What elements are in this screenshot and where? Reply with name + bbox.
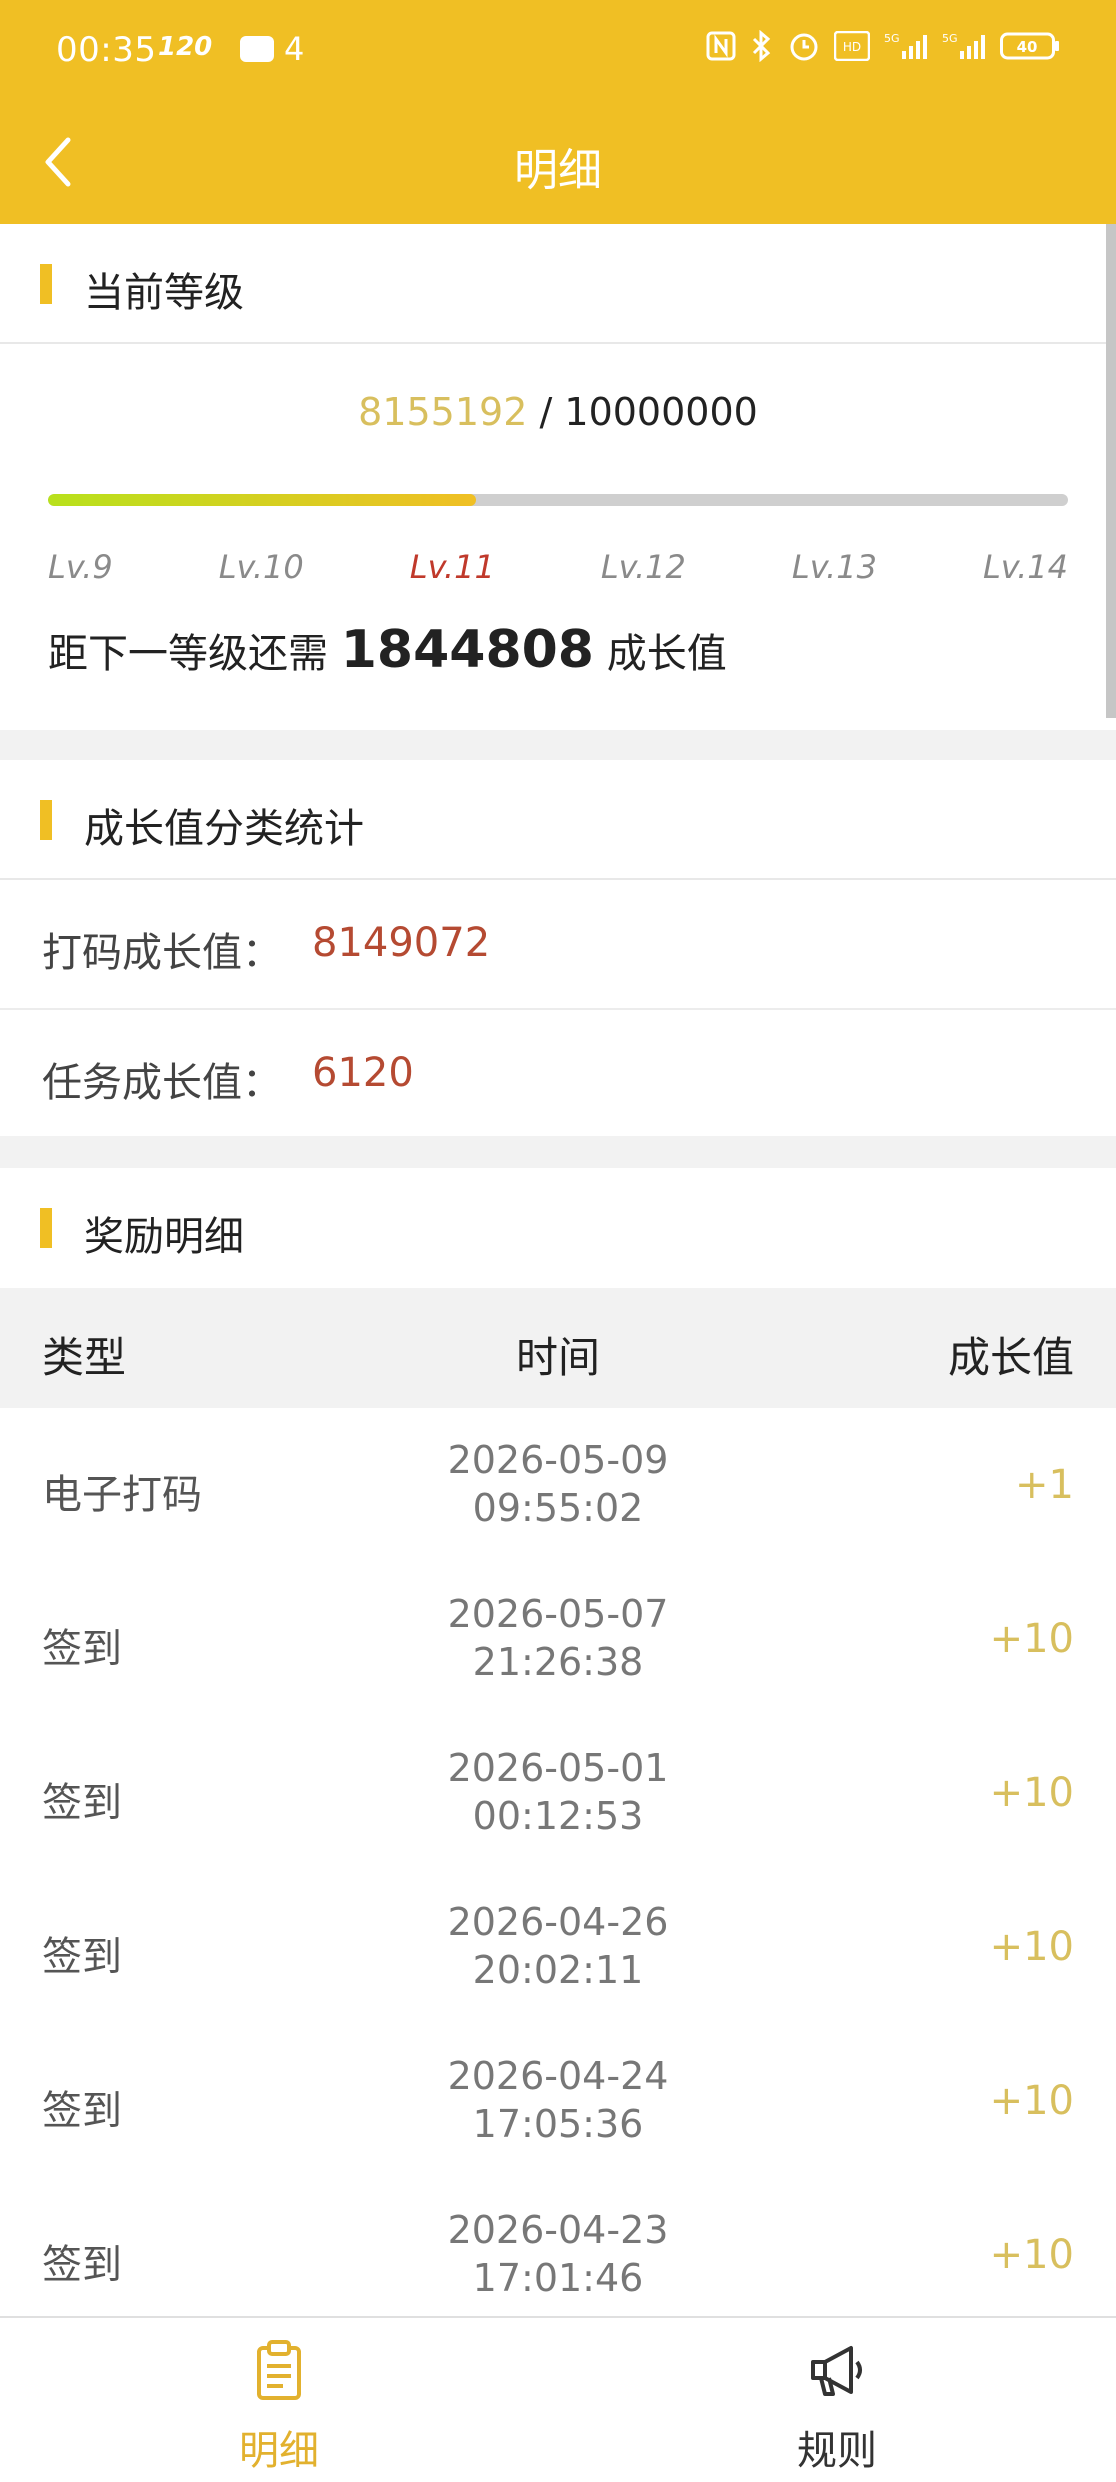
row-clock: 21:26:38 [472, 1640, 644, 1684]
rewards-table-body: 电子打码 2026-05-09 09:55:02 +1 签到 2026-05-07… [0, 1408, 1116, 2332]
table-row[interactable]: 签到 2026-04-26 20:02:11 +10 [0, 1870, 1116, 2024]
row-date: 2026-04-26 [447, 1900, 669, 1944]
row-value: +10 [989, 1924, 1074, 1970]
need-value: 1844808 [340, 620, 594, 680]
row-clock: 20:02:11 [472, 1948, 644, 1992]
svg-text:HD: HD [843, 40, 861, 54]
row-time: 2026-04-24 17:05:36 [358, 2052, 758, 2148]
level-scale: Lv.9 Lv.10 Lv.11 Lv.12 Lv.13 Lv.14 [48, 548, 1068, 586]
stat-label: 打码成长值： [42, 930, 282, 976]
table-row[interactable]: 电子打码 2026-05-09 09:55:02 +1 [0, 1408, 1116, 1562]
growth-progress-numbers: 8155192 / 10000000 [0, 390, 1116, 434]
need-prefix: 距下一等级还需 [48, 631, 328, 677]
row-date: 2026-05-07 [447, 1592, 669, 1636]
table-row[interactable]: 签到 2026-05-01 00:12:53 +10 [0, 1716, 1116, 1870]
rewards-table-header: 类型 时间 成长值 [0, 1288, 1116, 1408]
row-time: 2026-04-23 17:01:46 [358, 2206, 758, 2302]
tab-rules[interactable]: 规则 [558, 2318, 1116, 2482]
row-type: 签到 [42, 1626, 122, 1672]
stat-row-betting: 打码成长值： 8149072 [0, 880, 1116, 1010]
level-label: Lv.10 [218, 548, 304, 586]
stats-panel: 成长值分类统计 打码成长值： 8149072 任务成长值： 6120 [0, 760, 1116, 1136]
row-time: 2026-04-26 20:02:11 [358, 1898, 758, 1994]
bluetooth-icon [752, 30, 771, 62]
need-suffix: 成长值 [606, 631, 727, 677]
status-time: 00:35 [56, 30, 157, 70]
app-header: 明细 [0, 100, 1116, 224]
tab-details-label: 明细 [239, 2428, 319, 2474]
row-type: 签到 [42, 2088, 122, 2134]
stat-value: 8149072 [312, 920, 491, 966]
row-value: +10 [989, 2232, 1074, 2278]
level-section-title: 当前等级 [84, 270, 244, 316]
rewards-section-title: 奖励明细 [84, 1214, 244, 1260]
row-value: +10 [989, 1770, 1074, 1816]
row-value: +1 [1015, 1462, 1074, 1508]
status-bar: 00:35 120 4 HD 5G 5G 40 [0, 0, 1116, 100]
table-row[interactable]: 签到 2026-04-24 17:05:36 +10 [0, 2024, 1116, 2178]
svg-text:5G: 5G [942, 32, 958, 45]
refresh-rate-indicator: 120 [158, 32, 213, 62]
progress-separator: / [539, 390, 553, 434]
row-clock: 17:01:46 [472, 2256, 644, 2300]
row-date: 2026-04-24 [447, 2054, 669, 2098]
stat-value: 6120 [312, 1050, 414, 1096]
status-icons: HD 5G 5G 40 [706, 30, 1060, 62]
alarm-icon [790, 33, 818, 61]
signal-5g-icon: 5G [884, 32, 927, 59]
bottom-tab-bar: 明细 规则 [0, 2316, 1116, 2482]
scrollbar[interactable] [1106, 224, 1116, 718]
battery-icon: 40 [1000, 32, 1059, 60]
level-label: Lv.14 [982, 548, 1068, 586]
rewards-section-header: 奖励明细 [0, 1168, 1116, 1286]
row-clock: 00:12:53 [472, 1794, 644, 1838]
stat-label: 任务成长值： [42, 1060, 282, 1106]
table-row[interactable]: 签到 2026-05-07 21:26:38 +10 [0, 1562, 1116, 1716]
row-value: +10 [989, 2078, 1074, 2124]
row-date: 2026-05-01 [447, 1746, 669, 1790]
row-time: 2026-05-07 21:26:38 [358, 1590, 758, 1686]
level-progress-track [48, 494, 1068, 506]
row-date: 2026-04-23 [447, 2208, 669, 2252]
stats-section-title: 成长值分类统计 [84, 806, 364, 852]
section-accent-bar [40, 800, 52, 840]
row-date: 2026-05-09 [447, 1438, 669, 1482]
row-type: 电子打码 [42, 1472, 202, 1518]
clipboard-icon [257, 2340, 301, 2400]
level-label: Lv.9 [48, 548, 113, 586]
tab-rules-label: 规则 [797, 2428, 877, 2474]
table-row[interactable]: 签到 2026-04-23 17:01:46 +10 [0, 2178, 1116, 2332]
section-accent-bar [40, 1208, 52, 1248]
next-level-requirement: 距下一等级还需 1844808 成长值 [48, 620, 727, 680]
target-growth-value: 10000000 [564, 390, 758, 434]
level-label: Lv.13 [791, 548, 877, 586]
row-type: 签到 [42, 1934, 122, 1980]
notification-count: 4 [284, 30, 305, 68]
row-time: 2026-05-09 09:55:02 [358, 1436, 758, 1532]
level-label: Lv.11 [409, 548, 495, 586]
row-time: 2026-05-01 00:12:53 [358, 1744, 758, 1840]
column-header-value: 成长值 [947, 1333, 1074, 1382]
signal-5g-icon-2: 5G [942, 32, 985, 59]
level-section-header: 当前等级 [0, 224, 1116, 344]
nfc-icon [706, 31, 736, 61]
hd-icon: HD [834, 31, 870, 61]
page-title: 明细 [514, 145, 602, 196]
row-value: +10 [989, 1616, 1074, 1662]
row-type: 签到 [42, 2242, 122, 2288]
row-clock: 09:55:02 [472, 1486, 644, 1530]
stat-row-task: 任务成长值： 6120 [0, 1010, 1116, 1138]
megaphone-icon [811, 2346, 862, 2396]
message-icon [240, 36, 274, 62]
section-accent-bar [40, 264, 52, 304]
current-growth-value: 8155192 [358, 390, 528, 434]
tab-details[interactable]: 明细 [0, 2318, 558, 2482]
battery-level: 40 [1017, 38, 1038, 56]
row-type: 签到 [42, 1780, 122, 1826]
row-clock: 17:05:36 [472, 2102, 644, 2146]
svg-text:5G: 5G [884, 32, 900, 45]
level-label: Lv.12 [600, 548, 686, 586]
stats-section-header: 成长值分类统计 [0, 760, 1116, 880]
level-progress-fill [48, 494, 477, 506]
